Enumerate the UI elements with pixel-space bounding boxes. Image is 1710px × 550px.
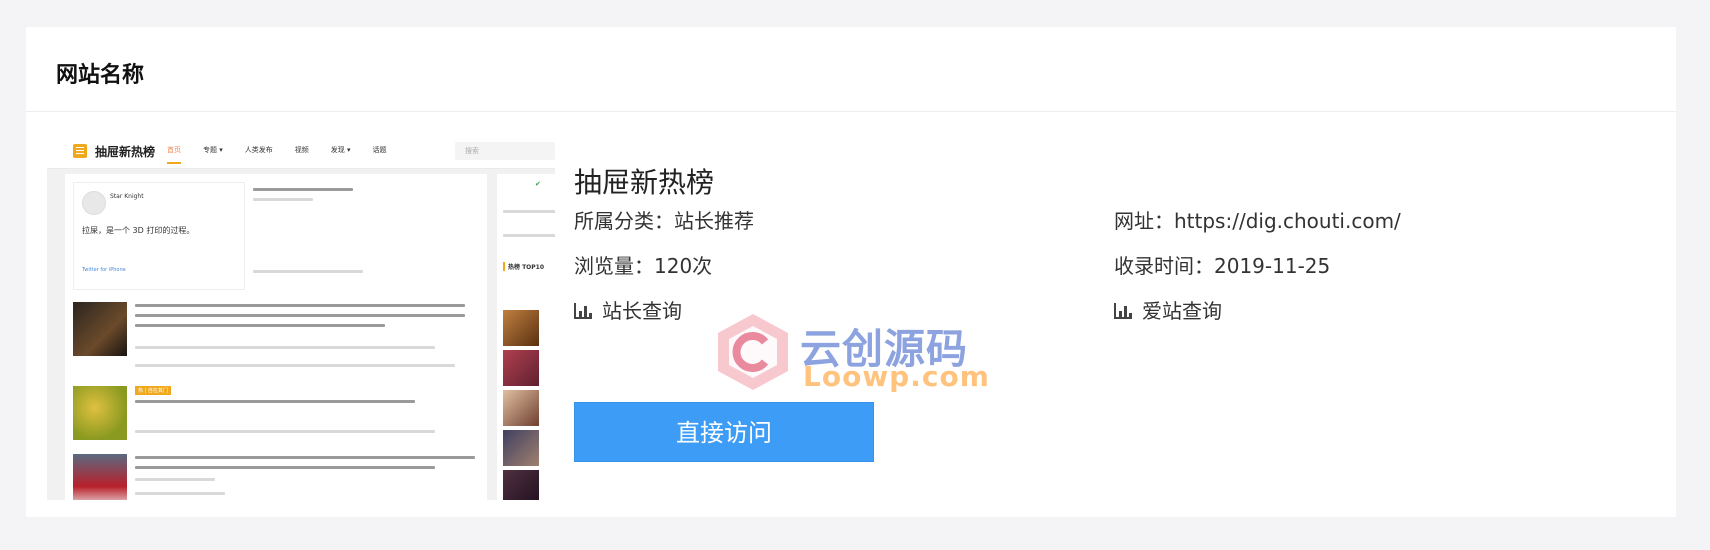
thumb-news-image — [73, 454, 127, 500]
watermark-logo: 云创源码 Loowp.com — [715, 312, 995, 393]
bar-chart-icon — [1114, 303, 1132, 319]
thumb-brand: 抽屉新热榜 — [95, 145, 156, 159]
thumb-topbar: 抽屉新热榜 首页 专题 ▾ 人类发布 视频 发现 ▾ 话题 搜索 — [47, 136, 555, 169]
date-label: 收录时间： — [1114, 254, 1214, 278]
thumb-nav-item: 首页 — [167, 145, 181, 164]
thumb-tweet-user: Star Knight — [110, 193, 144, 200]
thumb-tweet-meta: Twitter for iPhone — [82, 267, 126, 273]
thumb-side-title: 热榜 TOP10 — [503, 262, 544, 271]
site-thumbnail[interactable]: 抽屉新热榜 首页 专题 ▾ 人类发布 视频 发现 ▾ 话题 搜索 Star Kn… — [47, 136, 555, 500]
thumb-search: 搜索 — [455, 142, 555, 160]
site-card: 网站名称 抽屉新热榜 首页 专题 ▾ 人类发布 视频 发现 ▾ 话题 搜索 St… — [26, 27, 1676, 517]
category-label: 所属分类： — [574, 209, 674, 233]
thumb-logo-icon — [73, 144, 87, 158]
url-info: 网址：https://dig.chouti.com/ — [1114, 205, 1401, 234]
thumb-nav-item: 视频 — [294, 146, 309, 154]
thumb-badge: 热 | 自在其门 — [135, 386, 171, 395]
thumb-news-image — [73, 302, 127, 356]
thumb-feed: Star Knight 拉屎，是一个 3D 打印的过程。 Twitter for… — [65, 174, 487, 500]
thumb-side-image — [503, 470, 539, 500]
thumb-side-image — [503, 310, 539, 346]
views-label: 浏览量： — [574, 254, 654, 278]
thumb-side-image — [503, 350, 539, 386]
thumb-sidebar: ✔ 热榜 TOP10 — [497, 174, 555, 500]
thumb-nav-item: 发现 ▾ — [330, 146, 351, 154]
views-value: 120次 — [654, 254, 713, 278]
watermark-domain: Loowp.com — [803, 360, 990, 393]
thumb-nav-item: 话题 — [372, 146, 387, 154]
thumb-avatar — [82, 191, 106, 215]
category-value: 站长推荐 — [674, 209, 754, 233]
url-value: https://dig.chouti.com/ — [1174, 209, 1401, 233]
category-info: 所属分类：站长推荐 — [574, 205, 754, 234]
visit-button[interactable]: 直接访问 — [574, 402, 874, 462]
thumb-check-icon: ✔ — [535, 180, 541, 188]
thumb-nav: 首页 专题 ▾ 人类发布 视频 发现 ▾ 话题 — [167, 145, 387, 164]
thumb-nav-item: 人类发布 — [244, 146, 273, 154]
thumb-side-image — [503, 390, 539, 426]
webmaster-query-link[interactable]: 站长查询 — [574, 295, 682, 324]
card-title: 网站名称 — [56, 57, 144, 89]
thumb-nav-item: 专题 ▾ — [203, 146, 223, 154]
date-info: 收录时间：2019-11-25 — [1114, 250, 1330, 279]
date-value: 2019-11-25 — [1214, 254, 1331, 278]
watermark-hex-icon — [718, 314, 788, 390]
webmaster-query-label: 站长查询 — [602, 299, 682, 323]
aizhan-query-link[interactable]: 爱站查询 — [1114, 295, 1222, 324]
thumb-news-image — [73, 386, 127, 440]
views-info: 浏览量：120次 — [574, 250, 712, 279]
thumb-tweet-text: 拉屎，是一个 3D 打印的过程。 — [82, 226, 195, 235]
bar-chart-icon — [574, 303, 592, 319]
thumb-tweet-card: Star Knight 拉屎，是一个 3D 打印的过程。 Twitter for… — [73, 182, 245, 290]
thumb-side-image — [503, 430, 539, 466]
site-name: 抽屉新热榜 — [574, 166, 715, 199]
url-label: 网址： — [1114, 209, 1174, 233]
card-header: 网站名称 — [26, 27, 1676, 112]
aizhan-query-label: 爱站查询 — [1142, 299, 1222, 323]
